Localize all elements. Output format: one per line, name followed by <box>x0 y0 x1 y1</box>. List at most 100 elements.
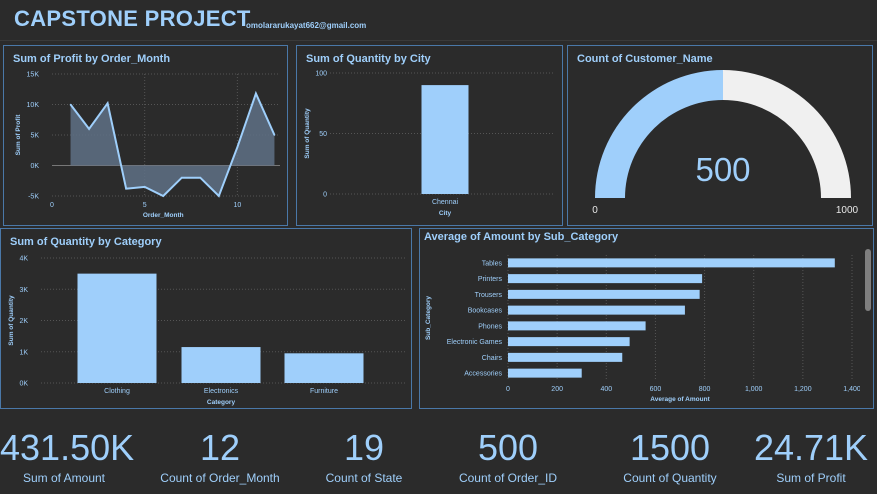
kpi-label: Count of State <box>325 471 403 485</box>
gauge-min-label: 0 <box>592 205 598 216</box>
y-axis-label: Sum of Quantity <box>304 108 311 159</box>
y-axis-label: Sum of Profit <box>15 114 22 156</box>
gauge-max-label: 1000 <box>836 205 859 216</box>
bar <box>508 368 582 378</box>
y-tick-label: 1K <box>19 349 28 356</box>
x-tick-label: 5 <box>143 202 147 209</box>
bar <box>284 353 364 383</box>
x-tick-label: 10 <box>233 202 241 209</box>
y-tick-label: Accessories <box>464 371 502 378</box>
bar <box>181 347 261 383</box>
x-tick-label: 800 <box>699 386 711 393</box>
kpi-value: 431.50K <box>0 427 135 468</box>
quantity-by-city-panel[interactable]: Sum of Quantity by City 0 50 100 Chennai Cit… <box>296 45 563 226</box>
x-tick-label: Electronics <box>204 388 239 395</box>
gauge-value: 500 <box>695 151 750 188</box>
kpi-count-of-quantity: 1500 Count of Quantity <box>605 426 735 486</box>
amount-by-subcategory-panel[interactable]: Average of Amount by Sub_Category 0 200 40… <box>419 228 874 409</box>
data-point <box>162 195 165 197</box>
author-email: omolararukayat662@gmail.com <box>246 21 367 30</box>
data-point <box>255 92 257 95</box>
data-point <box>180 176 183 179</box>
chart-scrollbar[interactable] <box>865 249 871 311</box>
y-tick-label: Bookcases <box>468 308 503 315</box>
x-tick-label: 0 <box>50 202 54 209</box>
y-axis-label: Sub_Category <box>425 296 432 340</box>
bar <box>508 274 703 284</box>
bar <box>421 85 469 194</box>
x-tick-label: 600 <box>650 386 662 393</box>
kpi-label: Count of Order_ID <box>458 471 558 485</box>
kpi-label: Count of Quantity <box>623 471 717 485</box>
bar <box>508 289 700 299</box>
customer-count-gauge-panel[interactable]: Count of Customer_Name 500 0 1000 <box>567 45 873 226</box>
profit-by-month-chart[interactable]: -5K0K5K10K15K0 5 10Order_MonthSum of Profi… <box>4 46 287 225</box>
x-tick-label: 0 <box>506 386 510 393</box>
kpi-value: 19 <box>343 427 385 468</box>
kpi-label: Sum of Amount <box>22 471 106 485</box>
y-tick-label: 50 <box>319 131 327 138</box>
x-tick-label: Chennai <box>432 199 459 206</box>
data-point <box>273 134 276 136</box>
data-point <box>88 128 90 130</box>
x-axis-label: Average of Amount <box>650 396 710 403</box>
y-tick-label: Chairs <box>482 355 503 362</box>
y-axis-label: Sum of Quantity <box>8 295 15 346</box>
kpi-sum-of-profit: 24.71K Sum of Profit <box>744 426 877 486</box>
y-tick-label: 10K <box>27 102 40 109</box>
y-tick-label: Tables <box>482 260 503 267</box>
quantity-by-category-panel[interactable]: Sum of Quantity by Category 0K 1K 2K 3K 4K Cl… <box>0 228 412 409</box>
data-point <box>236 146 239 148</box>
x-tick-label: 1,200 <box>794 386 812 393</box>
profit-area <box>70 93 275 196</box>
bar <box>508 352 623 362</box>
y-tick-label: Trousers <box>475 292 503 299</box>
header-divider <box>0 40 877 41</box>
data-point <box>125 187 127 190</box>
y-tick-label: 0 <box>323 192 327 199</box>
y-tick-label: 0K <box>19 381 28 388</box>
bar <box>508 321 646 331</box>
x-tick-label: Clothing <box>104 388 130 395</box>
bar <box>77 273 157 383</box>
kpi-label: Count of Order_Month <box>160 471 280 485</box>
data-point <box>106 102 109 105</box>
y-tick-label: Phones <box>478 323 502 330</box>
bar <box>508 258 835 268</box>
kpi-value: 12 <box>199 427 241 468</box>
x-axis-label: Category <box>207 399 236 406</box>
x-tick-label: 400 <box>600 386 612 393</box>
y-tick-label: 5K <box>30 133 39 140</box>
profit-by-month-panel[interactable]: Sum of Profit by Order_Month -5K 0K 5K 10K 1… <box>3 45 288 226</box>
y-tick-label: Electronic Games <box>447 339 503 346</box>
kpi-count-of-order-id: 500 Count of Order_ID <box>443 426 573 486</box>
kpi-label: Sum of Profit <box>776 471 846 485</box>
data-point <box>143 186 146 188</box>
x-axis-label: Order_Month <box>143 212 184 219</box>
bar <box>508 337 630 347</box>
quantity-by-category-chart[interactable]: 0K 1K 2K 3K 4K Clothing Electronics Furniture Ca… <box>1 229 411 408</box>
bar <box>508 305 685 315</box>
x-tick-label: 1,400 <box>843 386 860 393</box>
kpi-count-of-state: 19 Count of State <box>300 426 428 486</box>
y-tick-label: 15K <box>27 72 40 79</box>
kpi-value: 500 <box>477 427 539 468</box>
x-tick-label: Furniture <box>310 388 338 395</box>
y-tick-label: 100 <box>315 71 327 78</box>
page-title: CAPSTONE PROJECT <box>14 6 251 31</box>
y-tick-label: 4K <box>19 256 28 263</box>
kpi-count-of-order-month: 12 Count of Order_Month <box>156 426 284 486</box>
data-point <box>199 176 202 179</box>
customer-count-gauge[interactable]: 500 0 1000 <box>568 46 872 225</box>
x-tick-label: 200 <box>551 386 563 393</box>
y-tick-label: 0K <box>30 163 39 170</box>
data-point <box>69 103 72 106</box>
x-tick-label: 1,000 <box>745 386 763 393</box>
data-point <box>218 195 220 197</box>
kpi-value: 24.71K <box>753 427 869 468</box>
kpi-value: 1500 <box>629 427 711 468</box>
y-tick-label: -5K <box>28 194 39 201</box>
amount-by-subcategory-chart[interactable]: 0 200 400 600 800 1,000 1,200 1,400 Tables Printe… <box>420 229 860 408</box>
y-tick-label: 2K <box>19 318 28 325</box>
quantity-by-city-chart[interactable]: 0 50 100 Chennai City Sum of Quantity <box>297 46 562 225</box>
